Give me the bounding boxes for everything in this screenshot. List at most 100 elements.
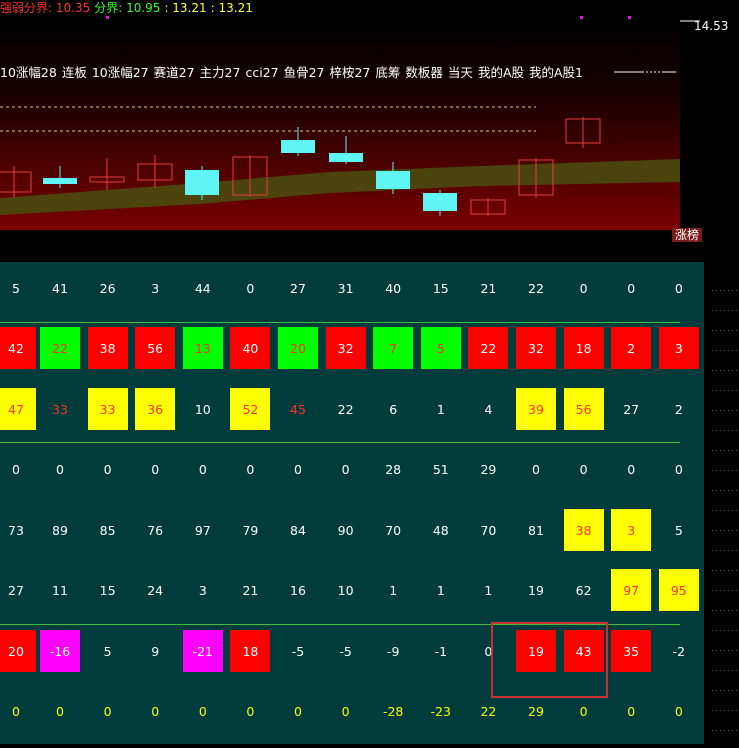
indicator-tab[interactable]: 10涨幅28 [0,65,57,80]
table-cell[interactable]: 47 [0,388,36,430]
table-cell[interactable]: 20 [0,630,36,672]
table-cell[interactable]: 81 [516,509,556,551]
table-cell[interactable]: 3 [183,569,223,611]
indicator-tab[interactable]: 鱼骨27 [284,65,325,80]
table-cell[interactable]: 95 [658,569,699,611]
indicator-tab[interactable]: 当天 [448,65,473,80]
table-cell[interactable]: -5 [278,630,318,672]
table-cell[interactable]: 62 [564,569,604,611]
table-cell[interactable]: 0 [326,690,366,732]
table-cell[interactable]: 5 [420,327,461,369]
table-cell[interactable]: 19 [516,569,556,611]
table-cell[interactable]: 15 [88,569,128,611]
table-cell[interactable]: -1 [421,630,461,672]
table-cell[interactable]: 0 [230,267,270,309]
table-cell[interactable]: 51 [421,448,461,490]
table-cell[interactable]: 5 [659,509,699,551]
table-cell[interactable]: 48 [421,509,461,551]
table-cell[interactable]: 89 [40,509,80,551]
table-cell[interactable]: 24 [135,569,175,611]
table-cell[interactable]: 0 [611,448,651,490]
table-cell[interactable]: 9 [135,630,175,672]
table-cell[interactable]: 39 [516,388,556,430]
table-cell[interactable]: 13 [182,327,223,369]
table-cell[interactable]: 6 [373,388,413,430]
table-cell[interactable]: 2 [659,388,699,430]
table-cell[interactable]: 0 [135,690,175,732]
table-cell[interactable]: 21 [230,569,270,611]
table-cell[interactable]: 35 [611,630,652,672]
table-cell[interactable]: 11 [40,569,80,611]
table-cell[interactable]: -16 [40,630,80,672]
indicator-tab[interactable]: 10涨幅27 [92,65,149,80]
table-cell[interactable]: 40 [373,267,413,309]
table-cell[interactable]: 0 [278,690,318,732]
table-cell[interactable]: 5 [0,267,36,309]
table-cell[interactable]: 84 [278,509,318,551]
table-cell[interactable]: 3 [658,327,699,369]
table-cell[interactable]: 27 [611,388,651,430]
table-cell[interactable]: 76 [135,509,175,551]
table-cell[interactable]: 22 [326,388,366,430]
table-cell[interactable]: 0 [183,448,223,490]
table-cell[interactable]: 0 [516,448,556,490]
table-cell[interactable]: 0 [40,448,80,490]
table-cell[interactable]: 26 [88,267,128,309]
table-cell[interactable]: 10 [183,388,223,430]
indicator-tab[interactable]: 底筹 [375,65,400,80]
table-cell[interactable]: 38 [87,327,128,369]
table-cell[interactable]: 1 [373,569,413,611]
table-cell[interactable]: 22 [40,327,80,369]
table-cell[interactable]: 28 [373,448,413,490]
table-cell[interactable]: 0 [230,448,270,490]
table-cell[interactable]: 85 [88,509,128,551]
rank-tab[interactable]: 涨榜 [672,228,703,242]
table-cell[interactable]: 3 [611,509,652,551]
table-cell[interactable]: 44 [183,267,223,309]
table-cell[interactable]: 70 [373,509,413,551]
table-cell[interactable]: 2 [611,327,652,369]
table-cell[interactable]: 0 [659,448,699,490]
table-cell[interactable]: 97 [183,509,223,551]
table-cell[interactable]: 1 [421,569,461,611]
table-cell[interactable]: 18 [563,327,604,369]
table-cell[interactable]: 90 [326,509,366,551]
table-cell[interactable]: 31 [326,267,366,309]
table-cell[interactable]: -2 [659,630,699,672]
table-cell[interactable]: 33 [40,388,80,430]
table-cell[interactable]: 10 [326,569,366,611]
table-cell[interactable]: 27 [278,267,318,309]
table-cell[interactable]: 0 [135,448,175,490]
table-cell[interactable]: 33 [87,388,128,430]
scroll-strip[interactable] [704,262,739,744]
table-cell[interactable]: 1 [421,388,461,430]
table-cell[interactable]: 32 [516,327,556,369]
table-cell[interactable]: 56 [563,388,604,430]
table-cell[interactable]: 22 [516,267,556,309]
table-cell[interactable]: 20 [278,327,318,369]
table-cell[interactable]: 0 [0,690,36,732]
table-cell[interactable]: 36 [135,388,176,430]
table-cell[interactable]: 40 [230,327,271,369]
table-cell[interactable]: 41 [40,267,80,309]
table-cell[interactable]: 42 [0,327,36,369]
table-cell[interactable]: 0 [611,267,651,309]
table-cell[interactable]: 0 [564,448,604,490]
table-cell[interactable]: -23 [421,690,461,732]
table-cell[interactable]: 15 [421,267,461,309]
table-cell[interactable]: 3 [135,267,175,309]
table-cell[interactable]: 0 [183,690,223,732]
table-cell[interactable]: 52 [230,388,271,430]
table-cell[interactable]: 38 [563,509,604,551]
table-cell[interactable]: 97 [611,569,652,611]
table-cell[interactable]: 56 [135,327,176,369]
table-cell[interactable]: -5 [326,630,366,672]
table-cell[interactable]: 5 [88,630,128,672]
indicator-tab[interactable]: 梓桉27 [329,65,370,80]
table-cell[interactable]: 22 [468,327,509,369]
table-cell[interactable]: 0 [564,267,604,309]
table-cell[interactable]: 21 [468,267,508,309]
table-cell[interactable]: -28 [373,690,413,732]
table-cell[interactable]: 27 [0,569,36,611]
table-cell[interactable]: 70 [468,509,508,551]
